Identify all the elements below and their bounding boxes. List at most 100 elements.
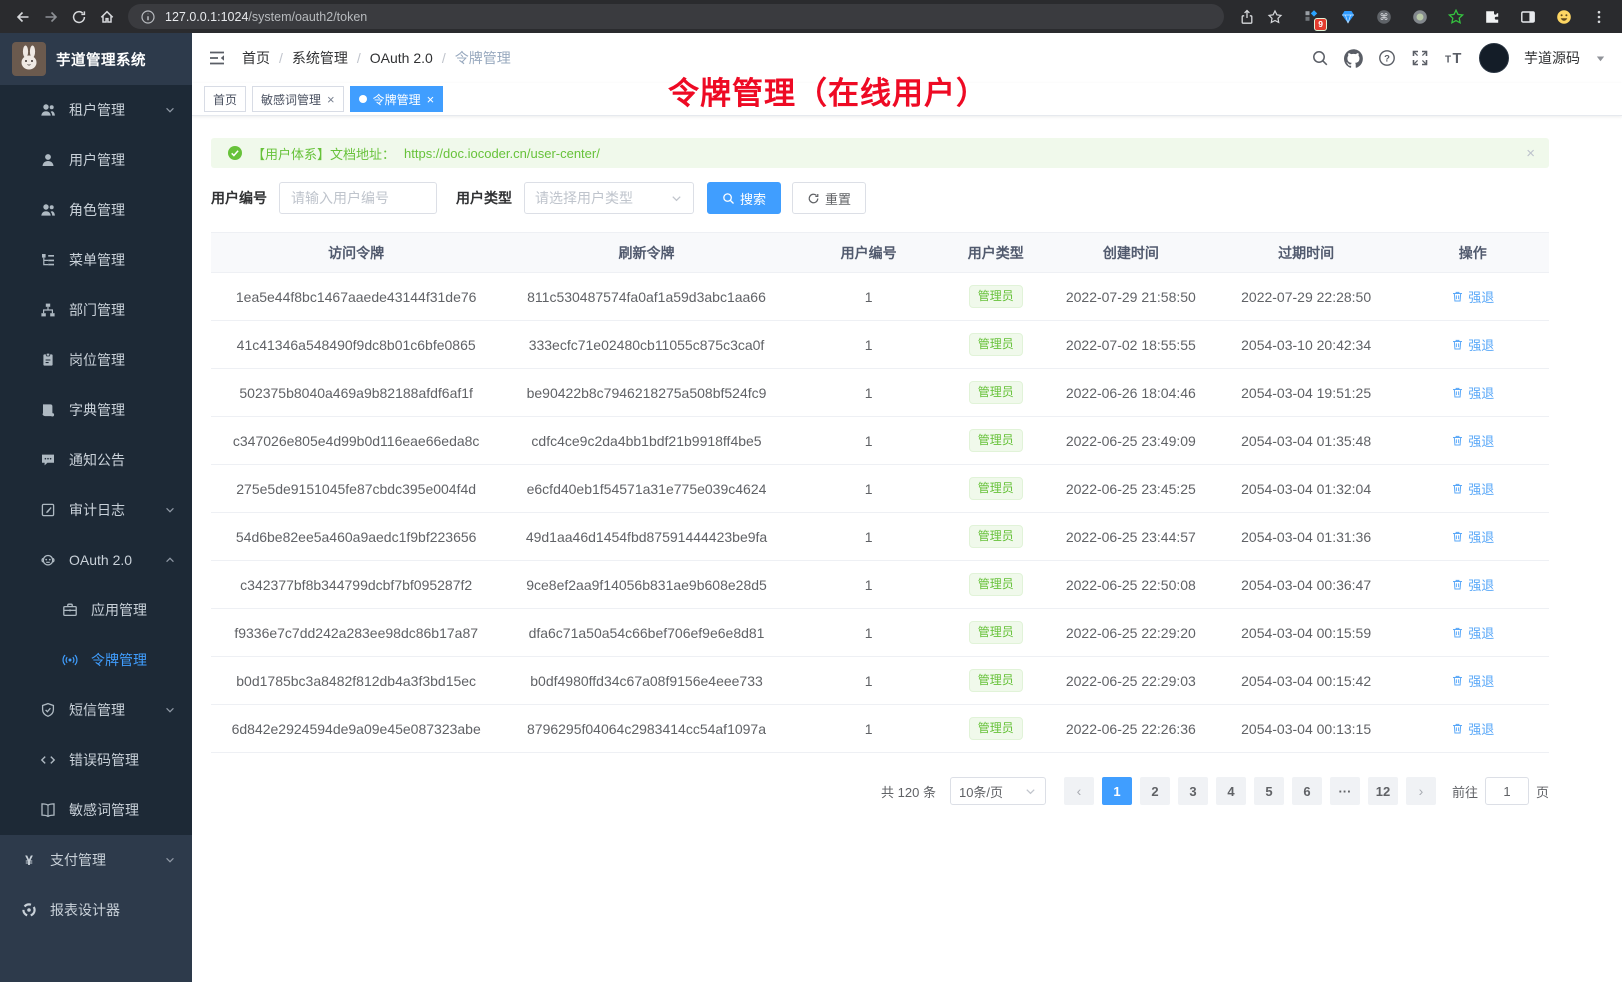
sidebar-item-oauth2[interactable]: OAuth 2.0 <box>0 535 192 585</box>
cell-refresh-token: 333ecfc71e02480cb11055c875c3ca0f <box>501 321 791 369</box>
force-logout-button[interactable]: 强退 <box>1451 335 1494 354</box>
sidebar-item-label: 短信管理 <box>69 700 125 720</box>
prev-page-button[interactable]: ‹ <box>1064 777 1094 805</box>
tab-home[interactable]: 首页 <box>204 86 246 112</box>
ext-sidepanel-button[interactable] <box>1516 5 1540 29</box>
reset-button[interactable]: 重置 <box>792 182 866 214</box>
page-button-2[interactable]: 2 <box>1140 777 1170 805</box>
ext-grid-diamond-button[interactable]: 9 <box>1300 5 1324 29</box>
ext-emoji-button[interactable] <box>1552 5 1576 29</box>
column-header: 创建时间 <box>1046 233 1216 273</box>
log-icon <box>40 502 56 518</box>
font-size-icon[interactable]: TT <box>1444 49 1464 67</box>
tab-oauth2-token[interactable]: 令牌管理× <box>350 86 444 112</box>
sidebar-item-role[interactable]: 角色管理 <box>0 185 192 235</box>
page-button-12[interactable]: 12 <box>1368 777 1398 805</box>
sidebar-item-menu[interactable]: 菜单管理 <box>0 235 192 285</box>
force-logout-button[interactable]: 强退 <box>1451 383 1494 402</box>
breadcrumb-item[interactable]: 首页 <box>242 48 270 68</box>
alert-close-icon[interactable]: × <box>1526 145 1535 162</box>
force-logout-button[interactable]: 强退 <box>1451 719 1494 738</box>
tab-close-icon[interactable]: × <box>327 93 335 106</box>
force-logout-button[interactable]: 强退 <box>1451 479 1494 498</box>
github-icon[interactable] <box>1344 49 1363 68</box>
collapse-sidebar-icon[interactable] <box>208 49 226 67</box>
user-name[interactable]: 芋道源码 <box>1524 48 1580 68</box>
force-logout-button[interactable]: 强退 <box>1451 287 1494 306</box>
next-page-button[interactable]: › <box>1406 777 1436 805</box>
cell-refresh-token: b0df4980ffd34c67a08f9156e4eee733 <box>501 657 791 705</box>
force-logout-button[interactable]: 强退 <box>1451 671 1494 690</box>
sidebar-item-tenant[interactable]: 租户管理 <box>0 85 192 135</box>
cell-user-type: 管理员 <box>946 513 1046 561</box>
sidebar-menu: 租户管理用户管理角色管理菜单管理部门管理岗位管理字典管理通知公告审计日志OAut… <box>0 85 192 982</box>
sidebar-item-sensitive-word[interactable]: 敏感词管理 <box>0 785 192 835</box>
user-id-input[interactable] <box>279 182 437 214</box>
breadcrumb-item[interactable]: OAuth 2.0 <box>370 50 433 66</box>
ext-puzzle-button[interactable] <box>1480 5 1504 29</box>
sidebar-item-dict[interactable]: 字典管理 <box>0 385 192 435</box>
page-button-6[interactable]: 6 <box>1292 777 1322 805</box>
bookmark-star-icon[interactable] <box>1262 4 1288 30</box>
doc-link[interactable]: https://doc.iocoder.cn/user-center/ <box>404 146 600 161</box>
cell-expire-time: 2054-03-04 00:15:59 <box>1216 609 1397 657</box>
ext-command-circle-button[interactable]: ⌘ <box>1372 5 1396 29</box>
browser-menu-icon[interactable] <box>1586 4 1612 30</box>
breadcrumb-item[interactable]: 系统管理 <box>292 48 348 68</box>
address-bar[interactable]: 127.0.0.1:1024/system/oauth2/token <box>128 4 1224 29</box>
fullscreen-icon[interactable] <box>1411 49 1429 67</box>
cell-access-token: 54d6be82ee5a460a9aedc1f9bf223656 <box>211 513 501 561</box>
back-icon[interactable] <box>10 4 36 30</box>
cell-action: 强退 <box>1396 465 1549 513</box>
page-size-select[interactable]: 10条/页 <box>950 777 1046 805</box>
table-header-row: 访问令牌刷新令牌用户编号用户类型创建时间过期时间操作 <box>211 233 1549 273</box>
ext-star-button[interactable] <box>1444 5 1468 29</box>
avatar[interactable] <box>1479 43 1509 73</box>
app-logo[interactable]: 芋道管理系统 <box>0 33 192 85</box>
search-icon[interactable] <box>1311 49 1329 67</box>
home-icon[interactable] <box>94 4 120 30</box>
sidebar-item-pay[interactable]: ¥支付管理 <box>0 835 192 885</box>
help-icon[interactable]: ? <box>1378 49 1396 67</box>
column-header: 用户类型 <box>946 233 1046 273</box>
sidebar-item-notice[interactable]: 通知公告 <box>0 435 192 485</box>
chevron-down-icon[interactable] <box>1595 53 1606 64</box>
cell-user-id: 1 <box>792 513 946 561</box>
sidebar-item-audit-log[interactable]: 审计日志 <box>0 485 192 535</box>
page-button-5[interactable]: 5 <box>1254 777 1284 805</box>
share-icon[interactable] <box>1234 4 1260 30</box>
sidebar-item-dept[interactable]: 部门管理 <box>0 285 192 335</box>
sidebar-item-post[interactable]: 岗位管理 <box>0 335 192 385</box>
cell-action: 强退 <box>1396 561 1549 609</box>
sidebar-item-error-code[interactable]: 错误码管理 <box>0 735 192 785</box>
page-button-4[interactable]: 4 <box>1216 777 1246 805</box>
sidebar-item-report-designer[interactable]: 报表设计器 <box>0 885 192 935</box>
user-type-select[interactable]: 请选择用户类型 <box>524 182 694 214</box>
sidebar-item-oauth2-app[interactable]: 应用管理 <box>0 585 192 635</box>
sidebar-item-user[interactable]: 用户管理 <box>0 135 192 185</box>
ext-star-icon <box>1448 9 1464 25</box>
cell-access-token: 6d842e2924594de9a09e45e087323abe <box>211 705 501 753</box>
column-header: 访问令牌 <box>211 233 501 273</box>
page-button-3[interactable]: 3 <box>1178 777 1208 805</box>
forward-icon[interactable] <box>38 4 64 30</box>
ext-gem-button[interactable] <box>1336 5 1360 29</box>
force-logout-button[interactable]: 强退 <box>1451 527 1494 546</box>
force-logout-button[interactable]: 强退 <box>1451 575 1494 594</box>
site-info-icon[interactable] <box>140 9 156 25</box>
reset-icon <box>807 192 820 205</box>
sidebar-item-sms[interactable]: 短信管理 <box>0 685 192 735</box>
goto-page-input[interactable] <box>1485 777 1529 805</box>
sidebar-item-oauth2-token[interactable]: 令牌管理 <box>0 635 192 685</box>
force-logout-button[interactable]: 强退 <box>1451 623 1494 642</box>
reload-icon[interactable] <box>66 4 92 30</box>
force-logout-button[interactable]: 强退 <box>1451 431 1494 450</box>
ext-gem-icon <box>1340 9 1356 25</box>
more-pages-button[interactable]: ··· <box>1330 777 1360 805</box>
page-button-1[interactable]: 1 <box>1102 777 1132 805</box>
tab-close-icon[interactable]: × <box>427 93 435 106</box>
ext-dot-circle-button[interactable] <box>1408 5 1432 29</box>
search-button[interactable]: 搜索 <box>707 182 781 214</box>
sidebar-item-label: 报表设计器 <box>50 900 120 920</box>
tab-sensitive-word[interactable]: 敏感词管理× <box>252 86 344 112</box>
